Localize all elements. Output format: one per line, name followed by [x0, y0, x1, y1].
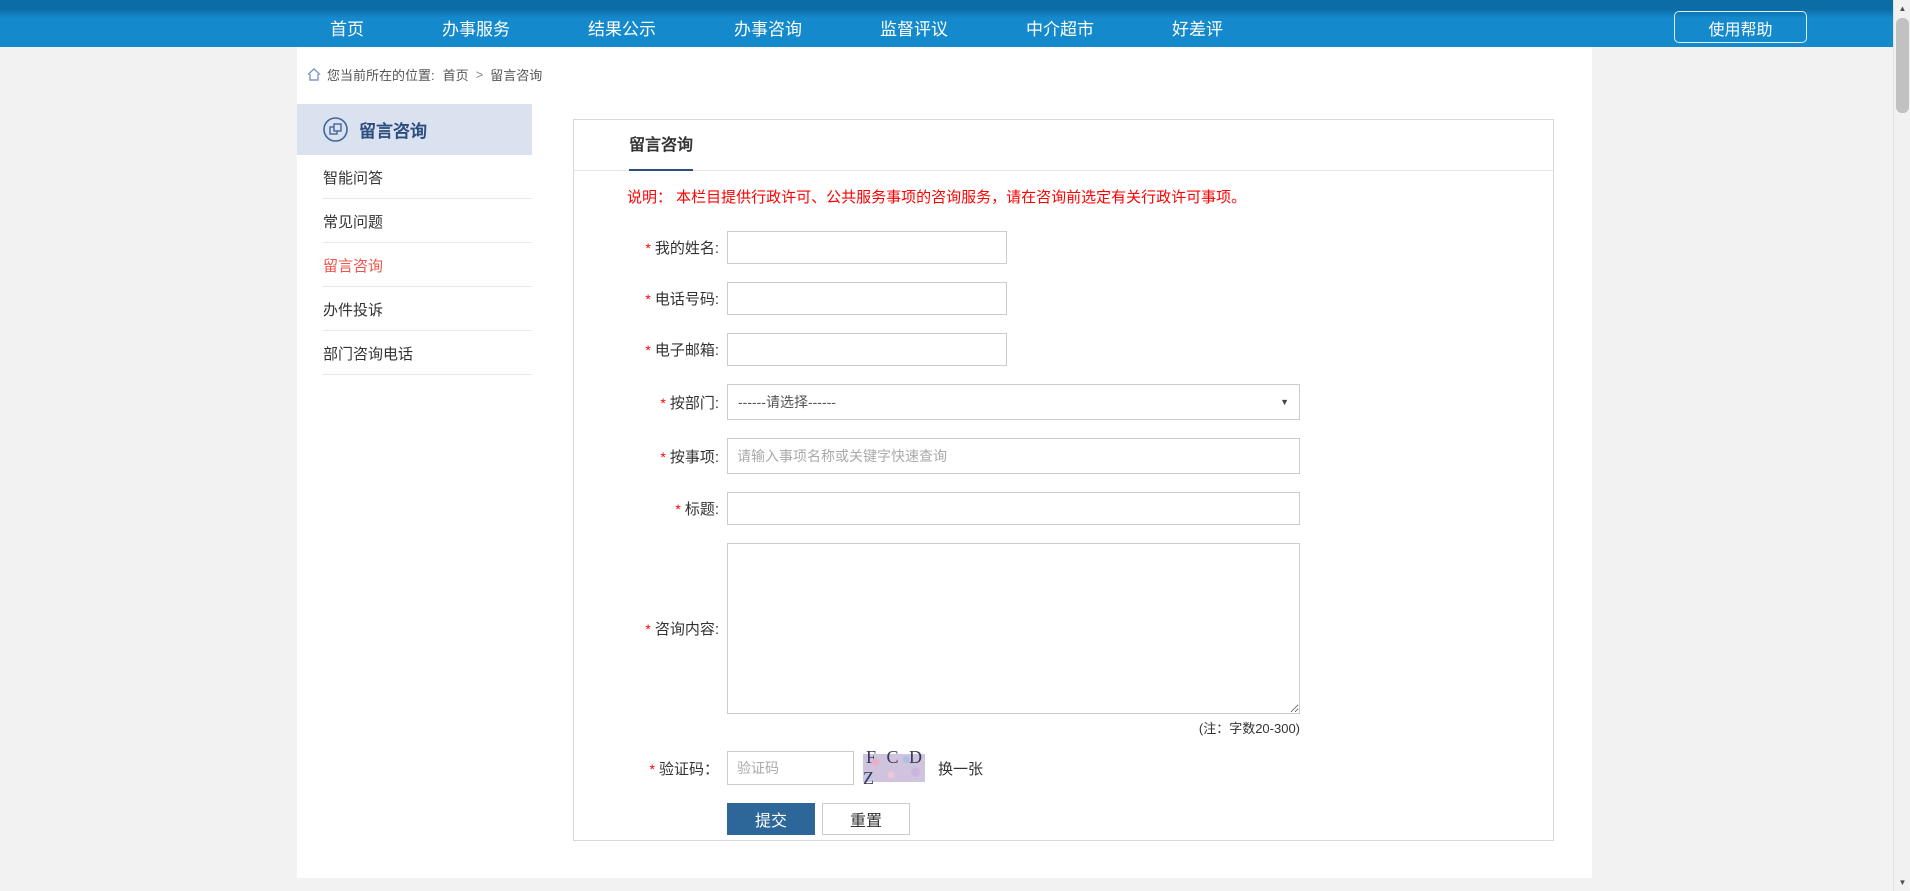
- sidebar-item-complaint[interactable]: 办件投诉: [297, 287, 532, 331]
- phone-input[interactable]: [727, 282, 1007, 315]
- scrollbar-down-arrow[interactable]: ▼: [1894, 874, 1910, 891]
- name-row: *我的姓名:: [574, 231, 1553, 264]
- captcha-row: *验证码： F C D Z 换一张: [574, 751, 1553, 785]
- nav-item-home[interactable]: 首页: [330, 15, 364, 40]
- vertical-scrollbar[interactable]: ▲ ▼: [1893, 0, 1910, 891]
- sidebar: 留言咨询 智能问答 常见问题 留言咨询 办件投诉 部门咨询电话: [297, 104, 532, 878]
- email-label: *电子邮箱:: [574, 339, 727, 360]
- nav-item-agency-market[interactable]: 中介超市: [1026, 15, 1094, 40]
- nav-item-rating[interactable]: 好差评: [1172, 15, 1223, 40]
- captcha-refresh-link[interactable]: 换一张: [938, 758, 983, 779]
- content-textarea[interactable]: [727, 543, 1300, 714]
- title-input[interactable]: [727, 492, 1300, 525]
- message-consult-icon: [322, 116, 349, 143]
- email-row: *电子邮箱:: [574, 333, 1553, 366]
- email-input[interactable]: [727, 333, 1007, 366]
- title-label: *标题:: [574, 498, 727, 519]
- top-navigation-bar: 首页 办事服务 结果公示 办事咨询 监督评议 中介超市 好差评 使用帮助: [0, 0, 1893, 47]
- breadcrumb-current[interactable]: 留言咨询: [490, 65, 542, 84]
- title-row: *标题:: [574, 492, 1553, 525]
- breadcrumb: 您当前所在的位置: 首页 > 留言咨询: [307, 65, 542, 84]
- panel-title-bar: 留言咨询: [574, 120, 1553, 171]
- scrollbar-thumb[interactable]: [1896, 18, 1909, 113]
- breadcrumb-prefix: 您当前所在的位置:: [327, 65, 435, 84]
- content-row: *咨询内容:: [574, 543, 1553, 714]
- home-icon: [307, 68, 321, 81]
- required-asterisk: *: [645, 342, 650, 358]
- submit-button[interactable]: 提交: [727, 803, 815, 835]
- required-asterisk: *: [650, 761, 655, 777]
- nav-item-results[interactable]: 结果公示: [588, 15, 656, 40]
- form-notice: 说明： 本栏目提供行政许可、公共服务事项的咨询服务，请在咨询前选定有关行政许可事…: [627, 186, 1553, 207]
- nav-item-consult[interactable]: 办事咨询: [734, 15, 802, 40]
- matter-input[interactable]: [727, 438, 1300, 474]
- content-area: 您当前所在的位置: 首页 > 留言咨询 留言咨询 智能问答 常见问题 留言咨询 …: [297, 47, 1592, 878]
- department-row: *按部门: ------请选择------ ▼: [574, 384, 1553, 420]
- panel-title: 留言咨询: [629, 131, 693, 171]
- required-asterisk: *: [645, 621, 650, 637]
- main-menu: 首页 办事服务 结果公示 办事咨询 监督评议 中介超市 好差评: [330, 7, 1223, 40]
- name-label: *我的姓名:: [574, 237, 727, 258]
- department-label: *按部门:: [574, 392, 727, 413]
- scrollbar-up-arrow[interactable]: ▲: [1894, 0, 1910, 17]
- matter-row: *按事项:: [574, 438, 1553, 474]
- message-consult-panel: 留言咨询 说明： 本栏目提供行政许可、公共服务事项的咨询服务，请在咨询前选定有关…: [573, 119, 1554, 841]
- captcha-label: *验证码：: [574, 758, 727, 779]
- sidebar-item-message-consult[interactable]: 留言咨询: [297, 243, 532, 287]
- required-asterisk: *: [645, 240, 650, 256]
- breadcrumb-home-link[interactable]: 首页: [443, 65, 469, 84]
- department-select[interactable]: ------请选择------ ▼: [727, 384, 1300, 420]
- button-row: 提交 重置: [727, 803, 1553, 835]
- sidebar-header-label: 留言咨询: [359, 117, 427, 142]
- sidebar-header: 留言咨询: [297, 104, 532, 155]
- department-select-value: ------请选择------: [738, 392, 836, 412]
- required-asterisk: *: [675, 501, 680, 517]
- nav-item-supervision[interactable]: 监督评议: [880, 15, 948, 40]
- sidebar-item-dept-phone[interactable]: 部门咨询电话: [297, 331, 532, 375]
- content-word-count-note: (注：字数20-300): [727, 718, 1300, 737]
- phone-row: *电话号码:: [574, 282, 1553, 315]
- captcha-input[interactable]: [727, 751, 854, 785]
- form: *我的姓名: *电话号码: *电子邮箱: *按部门: ------请选择----…: [574, 231, 1553, 835]
- chevron-down-icon: ▼: [1280, 397, 1289, 407]
- reset-button[interactable]: 重置: [822, 803, 910, 835]
- captcha-image[interactable]: F C D Z: [863, 754, 925, 782]
- sidebar-item-faq[interactable]: 常见问题: [297, 199, 532, 243]
- sidebar-item-smart-qa[interactable]: 智能问答: [297, 155, 532, 199]
- nav-item-services[interactable]: 办事服务: [442, 15, 510, 40]
- breadcrumb-separator: >: [476, 67, 484, 82]
- content-label: *咨询内容:: [574, 618, 727, 639]
- help-button[interactable]: 使用帮助: [1674, 11, 1807, 43]
- required-asterisk: *: [660, 449, 665, 465]
- required-asterisk: *: [660, 395, 665, 411]
- matter-label: *按事项:: [574, 446, 727, 467]
- phone-label: *电话号码:: [574, 288, 727, 309]
- required-asterisk: *: [645, 291, 650, 307]
- name-input[interactable]: [727, 231, 1007, 264]
